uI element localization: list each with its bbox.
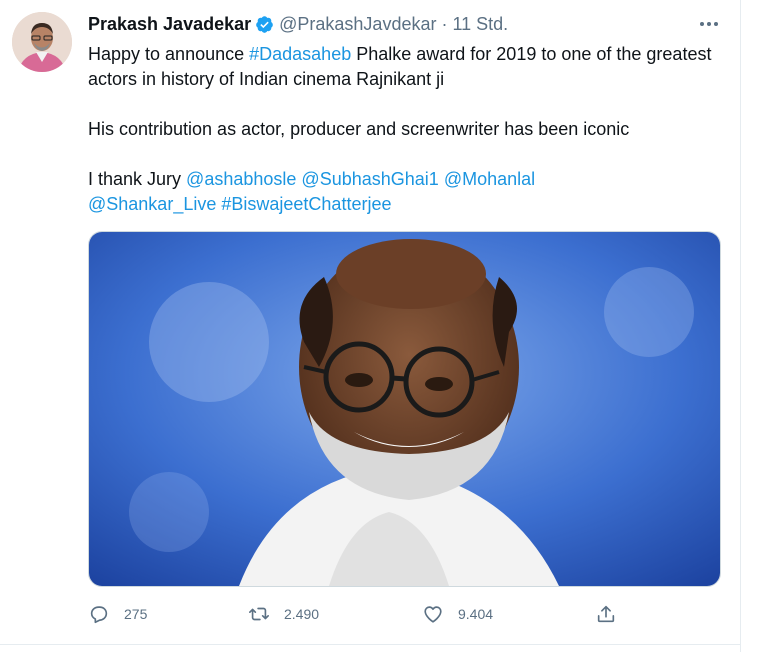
timestamp[interactable]: 11 Std. [452, 14, 508, 35]
heart-icon [424, 606, 442, 623]
separator-dot: · [441, 13, 448, 34]
mention-link[interactable]: @Mohanlal [444, 169, 535, 189]
like-button[interactable]: 9.404 [422, 598, 493, 630]
tweet-card[interactable]: Prakash Javadekar @PrakashJavdekar · 11 … [0, 0, 740, 652]
share-icon [597, 605, 615, 623]
tweet-divider [0, 644, 740, 645]
like-count: 9.404 [458, 606, 494, 622]
tweet-header: Prakash Javadekar @PrakashJavdekar · 11 … [88, 12, 508, 36]
photo-image [89, 232, 720, 586]
tweet-photo[interactable] [88, 231, 721, 587]
author-handle[interactable]: @PrakashJavdekar [279, 14, 436, 35]
tweet-text: Happy to announce #Dadasaheb Phalke awar… [88, 42, 718, 217]
hashtag-link[interactable]: #BiswajeetChatterjee [221, 194, 391, 214]
column-divider [740, 0, 741, 652]
retweet-button[interactable]: 2.490 [248, 598, 319, 630]
more-options-icon[interactable] [694, 12, 724, 36]
reply-count: 275 [124, 606, 148, 622]
tweet-actions: 275 2.490 9.404 [88, 598, 728, 630]
mention-link[interactable]: @ashabhosle [186, 169, 296, 189]
text-segment: I thank Jury [88, 169, 187, 189]
avatar-image [12, 12, 72, 72]
author-name[interactable]: Prakash Javadekar [88, 14, 251, 35]
verified-badge-icon [255, 15, 274, 34]
tweet-paragraph-1: Happy to announce #Dadasaheb Phalke awar… [88, 42, 718, 92]
retweet-count: 2.490 [284, 606, 320, 622]
tweet-paragraph-2: His contribution as actor, producer and … [88, 119, 630, 139]
mention-link[interactable]: @SubhashGhai1 [301, 169, 438, 189]
hashtag-link[interactable]: #Dadasaheb [249, 44, 351, 64]
reply-icon [90, 606, 108, 624]
reply-button[interactable]: 275 [88, 598, 147, 630]
tweet-paragraph-3: I thank Jury @ashabhosle @SubhashGhai1 @… [88, 167, 718, 217]
share-button[interactable] [595, 598, 617, 630]
avatar[interactable] [12, 12, 72, 72]
text-segment: Happy to announce [88, 44, 250, 64]
mention-link[interactable]: @Shankar_Live [88, 194, 216, 214]
retweet-icon [249, 607, 269, 621]
